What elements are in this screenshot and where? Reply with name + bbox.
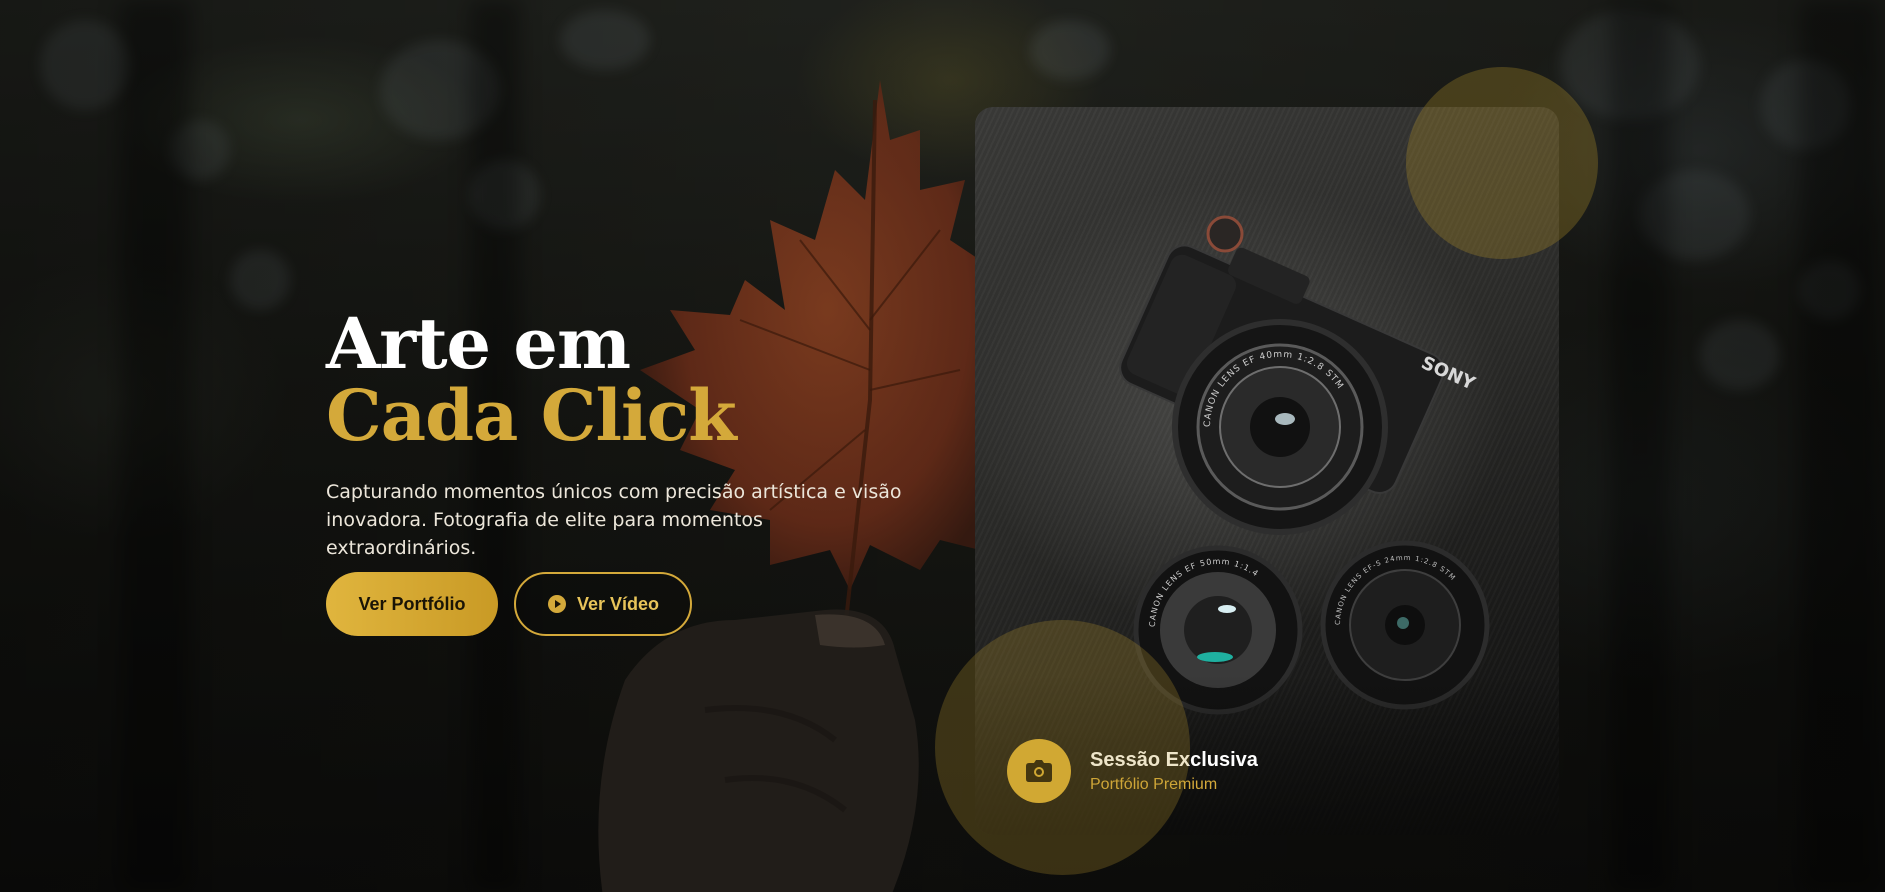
- watch-video-button[interactable]: Ver Vídeo: [514, 572, 692, 636]
- play-circle-icon: [547, 595, 566, 613]
- decorative-circle-top: [1406, 67, 1598, 259]
- hero-title: Arte em Cada Click: [326, 308, 926, 452]
- view-portfolio-button[interactable]: Ver Portfólio: [326, 572, 498, 636]
- hero-subtitle: Capturando momentos únicos com precisão …: [326, 481, 902, 559]
- hero-section: Arte em Cada Click Capturando momentos ú…: [326, 308, 926, 562]
- watch-video-label: Ver Vídeo: [576, 593, 660, 614]
- decorative-circle-bottom: [935, 620, 1190, 875]
- hero-title-line1: Arte em: [326, 302, 631, 385]
- hero-title-line2: Cada Click: [326, 374, 737, 457]
